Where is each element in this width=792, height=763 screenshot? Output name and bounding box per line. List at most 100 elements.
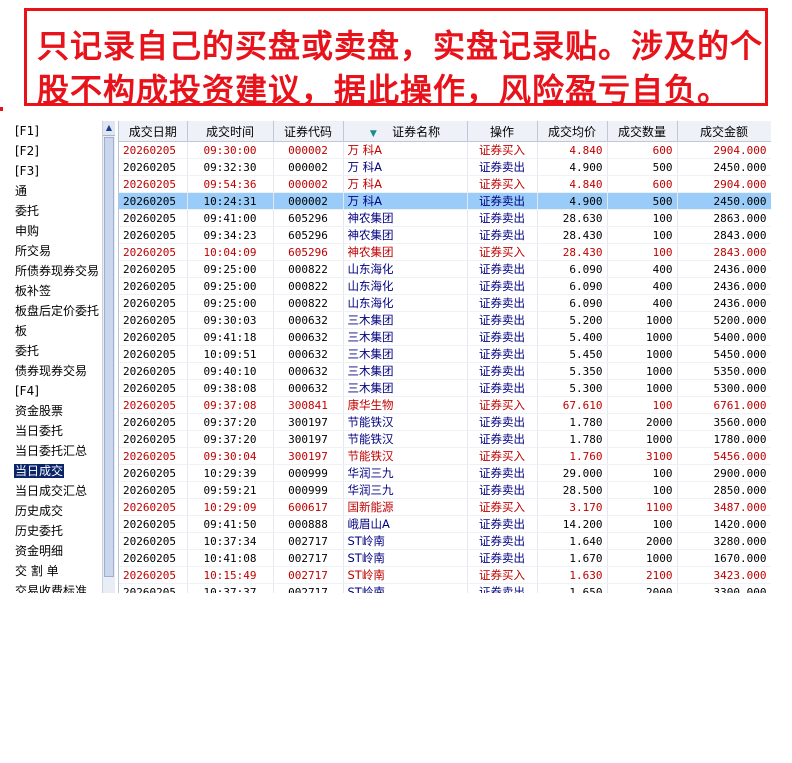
- table-row[interactable]: 20260205 09:25:00 000822 山东海化 证券卖出 6.090 400 24…: [119, 260, 771, 278]
- scroll-up-arrow-icon[interactable]: ▲: [103, 121, 115, 136]
- col-header-code[interactable]: 证券代码: [273, 121, 344, 142]
- tree-item[interactable]: 债券现券交易: [0, 361, 102, 381]
- col-header-name[interactable]: ▼ 证券名称: [343, 121, 468, 142]
- tree-item[interactable]: 通: [0, 181, 102, 201]
- tree-item[interactable]: 历史委托: [0, 521, 102, 541]
- table-row[interactable]: 20260205 09:41:18 000632 三木集团 证券卖出 5.400 1000 5…: [119, 328, 771, 346]
- cell-date: 20260205: [119, 379, 188, 397]
- cell-qty: 1000: [607, 345, 678, 363]
- tree-item[interactable]: 当日委托: [0, 421, 102, 441]
- table-row[interactable]: 20260205 10:09:51 000632 三木集团 证券卖出 5.450 1000 5…: [119, 345, 771, 363]
- tree-item[interactable]: 所债券现券交易: [0, 261, 102, 281]
- table-row[interactable]: 20260205 09:54:36 000002 万 科A 证券买入 4.840 600 29…: [119, 175, 771, 193]
- tree-item[interactable]: 委托: [0, 201, 102, 221]
- tree-item[interactable]: 申购: [0, 221, 102, 241]
- col-header-date[interactable]: 成交日期: [119, 121, 188, 142]
- cell-date: 20260205: [119, 430, 188, 448]
- function-tree-panel: [F1] [F2] [F3] 通委托 申购 所交易 所债券现券交易 板补签 板盘后定价委托板委托…: [0, 121, 115, 593]
- sort-desc-icon: ▼: [369, 128, 377, 139]
- tree-item[interactable]: [F2]: [0, 141, 102, 161]
- table-row[interactable]: 20260205 10:29:09 600617 国新能源 证券买入 3.170 1100 3…: [119, 498, 771, 516]
- table-row[interactable]: 20260205 09:30:03 000632 三木集团 证券卖出 5.200 1000 5…: [119, 311, 771, 329]
- tree-item[interactable]: 历史成交: [0, 501, 102, 521]
- table-row[interactable]: 20260205 09:30:04 300197 节能铁汉 证券买入 1.760 3100 5…: [119, 447, 771, 465]
- cell-date: 20260205: [119, 209, 188, 227]
- tree-item[interactable]: [F3]: [0, 161, 102, 181]
- table-row[interactable]: 20260205 09:37:20 300197 节能铁汉 证券卖出 1.780 2000 3…: [119, 413, 771, 431]
- tree-item[interactable]: 板盘后定价委托: [0, 301, 102, 321]
- table-row[interactable]: 20260205 10:04:09 605296 神农集团 证券买入 28.430 100 2…: [119, 243, 771, 261]
- tree-item[interactable]: 资金股票: [0, 401, 102, 421]
- cell-amount: 3423.000: [677, 566, 771, 584]
- table-row[interactable]: 20260205 09:38:08 000632 三木集团 证券卖出 5.300 1000 5…: [119, 379, 771, 397]
- cell-qty: 100: [607, 515, 678, 533]
- table-row[interactable]: 20260205 09:34:23 605296 神农集团 证券卖出 28.430 100 2…: [119, 226, 771, 244]
- tree-item-label: 板: [15, 324, 28, 338]
- col-header-amount[interactable]: 成交金额: [677, 121, 771, 142]
- cell-date: 20260205: [119, 362, 188, 380]
- table-row[interactable]: 20260205 10:37:34 002717 ST岭南 证券卖出 1.640 2000 3…: [119, 532, 771, 550]
- table-row[interactable]: 20260205 09:32:30 000002 万 科A 证券卖出 4.900 500 24…: [119, 158, 771, 176]
- cell-time: 10:37:34: [187, 532, 274, 550]
- cell-time: 09:30:03: [187, 311, 274, 329]
- tree-item[interactable]: 所交易: [0, 241, 102, 261]
- table-row[interactable]: 20260205 09:25:00 000822 山东海化 证券卖出 6.090 400 24…: [119, 294, 771, 312]
- cell-code: 605296: [273, 243, 344, 261]
- cell-action: 证券卖出: [467, 549, 538, 567]
- cell-amount: 5300.000: [677, 379, 771, 397]
- tree-item[interactable]: 板: [0, 321, 102, 341]
- table-row[interactable]: 20260205 09:37:20 300197 节能铁汉 证券卖出 1.780 1000 1…: [119, 430, 771, 448]
- cell-price: 14.200: [537, 515, 608, 533]
- tree-item[interactable]: 当日成交: [0, 461, 102, 481]
- trades-grid: 成交日期 成交时间 证券代码 ▼ 证券名称 操作 成交均价 成交数量 成交金额 …: [118, 121, 771, 593]
- tree-item[interactable]: 交 割 单: [0, 561, 102, 581]
- tree-item[interactable]: 板补签: [0, 281, 102, 301]
- table-row[interactable]: 20260205 09:41:00 605296 神农集团 证券卖出 28.630 100 2…: [119, 209, 771, 227]
- col-header-price[interactable]: 成交均价: [537, 121, 608, 142]
- tree-item[interactable]: 当日成交汇总: [0, 481, 102, 501]
- col-header-time[interactable]: 成交时间: [187, 121, 274, 142]
- table-row[interactable]: 20260205 10:37:37 002717 ST岭南 证券卖出 1.650 2000 3…: [119, 583, 771, 593]
- tree-item[interactable]: 资金明细: [0, 541, 102, 561]
- table-row[interactable]: 20260205 09:37:08 300841 康华生物 证券买入 67.610 100 6…: [119, 396, 771, 414]
- col-header-action[interactable]: 操作: [467, 121, 538, 142]
- table-row[interactable]: 20260205 09:25:00 000822 山东海化 证券卖出 6.090 400 24…: [119, 277, 771, 295]
- cell-action: 证券卖出: [467, 413, 538, 431]
- cell-code: 002717: [273, 583, 344, 593]
- cell-code: 300197: [273, 413, 344, 431]
- cell-code: 000002: [273, 192, 344, 210]
- tree-item-label: 当日委托汇总: [15, 444, 88, 458]
- tree-item-label: 历史成交: [15, 504, 64, 518]
- table-row[interactable]: 20260205 10:41:08 002717 ST岭南 证券卖出 1.670 1000 1…: [119, 549, 771, 567]
- table-row[interactable]: 20260205 10:15:49 002717 ST岭南 证券买入 1.630 2100 3…: [119, 566, 771, 584]
- cell-amount: 2843.000: [677, 226, 771, 244]
- cell-name: 山东海化: [343, 277, 468, 295]
- cell-code: 002717: [273, 549, 344, 567]
- table-row[interactable]: 20260205 09:41:50 000888 峨眉山A 证券卖出 14.200 100 1…: [119, 515, 771, 533]
- tree-item[interactable]: 交易收费标准: [0, 581, 102, 593]
- tree-item[interactable]: 委托: [0, 341, 102, 361]
- tree-item[interactable]: 当日委托汇总: [0, 441, 102, 461]
- cell-name: 节能铁汉: [343, 430, 468, 448]
- tree-item[interactable]: [F4]: [0, 381, 102, 401]
- tree-item[interactable]: [F1]: [0, 121, 102, 141]
- table-row[interactable]: 20260205 09:30:00 000002 万 科A 证券买入 4.840 600 29…: [119, 141, 771, 159]
- tree-item-label: 板盘后定价委托: [15, 304, 100, 318]
- scroll-thumb[interactable]: [104, 137, 114, 577]
- cell-name: 三木集团: [343, 328, 468, 346]
- cell-name: 华润三九: [343, 464, 468, 482]
- table-row[interactable]: 20260205 09:40:10 000632 三木集团 证券卖出 5.350 1000 5…: [119, 362, 771, 380]
- cell-code: 605296: [273, 226, 344, 244]
- cell-date: 20260205: [119, 158, 188, 176]
- col-header-qty[interactable]: 成交数量: [607, 121, 678, 142]
- tree-scrollbar[interactable]: ▲: [102, 121, 115, 593]
- cell-amount: 2863.000: [677, 209, 771, 227]
- table-row[interactable]: 20260205 10:29:39 000999 华润三九 证券卖出 29.000 100 2…: [119, 464, 771, 482]
- table-row[interactable]: 20260205 10:24:31 000002 万 科A 证券卖出 4.900 500 24…: [119, 192, 771, 210]
- disclaimer-banner: 只记录自己的买盘或卖盘，实盘记录贴。涉及的个 股不构成投资建议，据此操作，风险盈…: [24, 8, 768, 109]
- table-row[interactable]: 20260205 09:59:21 000999 华润三九 证券卖出 28.500 100 2…: [119, 481, 771, 499]
- cell-name: ST岭南: [343, 566, 468, 584]
- cell-amount: 2843.000: [677, 243, 771, 261]
- cell-time: 10:09:51: [187, 345, 274, 363]
- cell-name: 三木集团: [343, 362, 468, 380]
